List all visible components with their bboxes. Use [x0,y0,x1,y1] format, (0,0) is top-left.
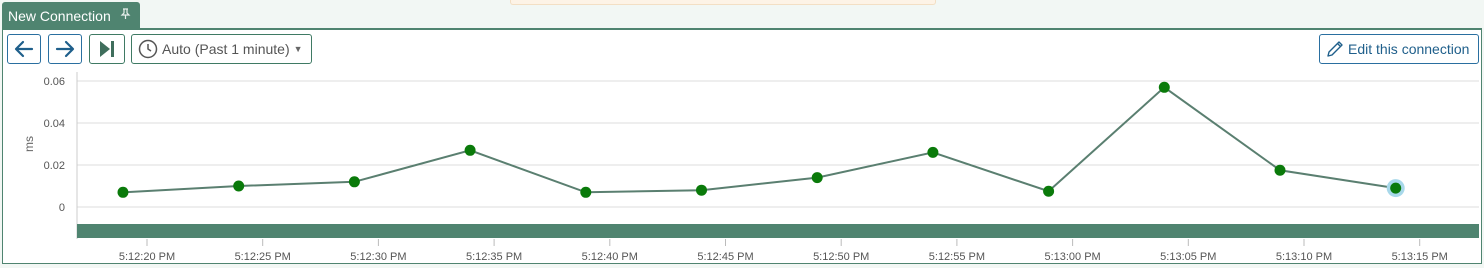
data-point [696,184,707,196]
y-tick-label: 0.04 [44,118,65,130]
x-tick-label: 5:12:50 PM [813,251,869,263]
y-axis-label: ms [22,136,36,152]
data-point [233,180,245,192]
tab-title: New Connection [8,7,111,24]
y-tick-label: 0.02 [44,160,65,172]
y-tick-label: 0.06 [44,76,65,88]
arrow-right-icon [55,40,75,58]
pencil-icon [1327,41,1343,57]
chevron-down-icon: ▼ [293,44,303,54]
data-point [580,186,592,198]
x-tick-label: 5:12:25 PM [235,251,291,263]
skip-to-end-button[interactable] [89,34,125,64]
arrow-left-icon [14,40,34,58]
x-tick-label: 5:13:10 PM [1276,251,1332,263]
x-tick-label: 5:12:35 PM [466,251,522,263]
latency-chart: 0 0.02 0.04 0.06 ms 5:12:20 PM 5:12:25 PM 5:12:… [22,72,1479,263]
x-tick-label: 5:12:40 PM [582,251,638,263]
navigator-band [77,224,1479,238]
data-point [1158,81,1170,93]
x-tick-label: 5:13:05 PM [1160,251,1216,263]
data-point [117,186,129,198]
x-tick-label: 5:13:15 PM [1392,251,1448,263]
edit-connection-label: Edit this connection [1348,41,1470,57]
x-tick-label: 5:12:30 PM [350,251,406,263]
connection-panel: Auto (Past 1 minute) ▼ Edit this connect… [2,28,1482,264]
data-point [811,172,823,184]
data-point [464,144,476,156]
series-line [122,86,1396,194]
data-point [1043,185,1055,197]
x-tick-label: 5:12:20 PM [119,251,175,263]
time-range-label: Auto (Past 1 minute) [162,41,290,57]
data-point [1390,182,1402,194]
clock-icon [138,39,158,59]
x-tick-label: 5:13:00 PM [1044,251,1100,263]
back-button[interactable] [7,34,41,64]
data-point [927,146,939,158]
forward-button[interactable] [48,34,82,64]
y-tick-label: 0 [59,202,65,214]
tab-new-connection[interactable]: New Connection [2,2,140,29]
x-tick-label: 5:12:55 PM [929,251,985,263]
data-point [1274,164,1286,176]
pin-icon[interactable] [120,8,131,23]
data-point [348,176,360,188]
notification-banner [510,0,936,5]
time-range-dropdown[interactable]: Auto (Past 1 minute) ▼ [131,34,312,64]
x-tick-label: 5:12:45 PM [697,251,753,263]
skip-to-end-icon [100,41,114,57]
edit-connection-button[interactable]: Edit this connection [1319,34,1479,64]
